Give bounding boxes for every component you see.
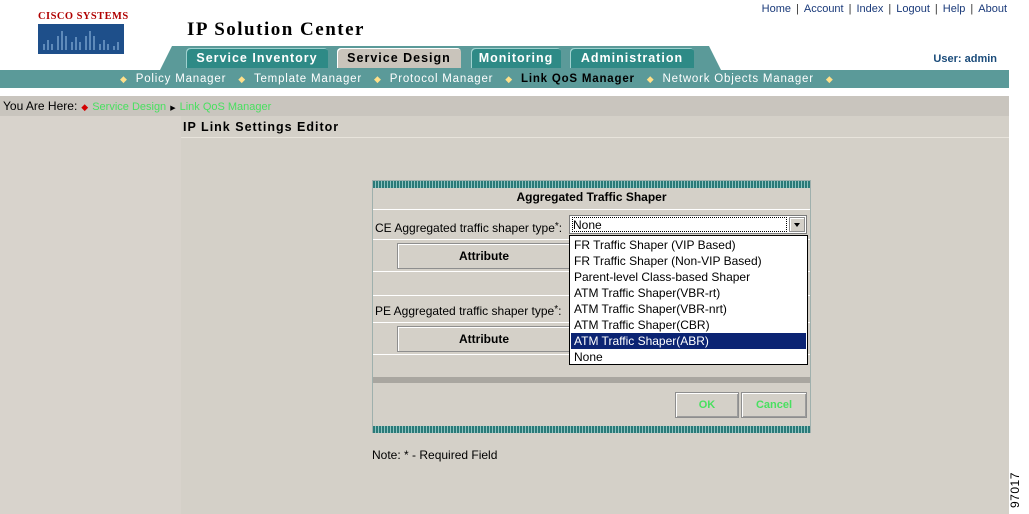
tab-service-inventory[interactable]: Service Inventory <box>186 48 328 68</box>
cisco-bridge-logo-icon <box>38 24 124 54</box>
pe-shaper-label: PE Aggregated traffic shaper type*: <box>375 304 561 318</box>
page-title: IP Link Settings Editor <box>183 120 340 134</box>
link-separator: | <box>934 3 938 15</box>
link-home[interactable]: Home <box>762 3 791 15</box>
ce-attribute-header: Attribute <box>397 243 571 269</box>
breadcrumb-prefix: You Are Here: <box>3 99 78 113</box>
link-separator: | <box>796 3 799 15</box>
breadcrumb-link-qos-manager[interactable]: Link QoS Manager <box>180 101 272 113</box>
top-links: Home | Account | Index | Logout | Help | About <box>762 3 1007 15</box>
ce-shaper-label-text: CE Aggregated traffic shaper type <box>375 221 555 235</box>
button-bar-divider <box>373 377 810 383</box>
select-focus-ring <box>572 217 787 232</box>
section-title: Aggregated Traffic Shaper <box>516 190 667 204</box>
ok-button[interactable]: OK <box>675 392 739 418</box>
breadcrumb: You Are Here: ◆ Service Design ▶ Link QoS Ma… <box>3 99 271 113</box>
subnav-template-manager[interactable]: Template Manager <box>254 71 362 87</box>
dropdown-option-highlighted[interactable]: ATM Traffic Shaper(ABR) <box>571 333 806 349</box>
select-current-value: None <box>573 218 602 232</box>
tab-service-design[interactable]: Service Design <box>337 48 461 68</box>
label-colon: : <box>558 221 563 235</box>
bullet-icon: ◆ <box>238 74 246 84</box>
pe-attribute-header: Attribute <box>397 326 571 352</box>
sub-navigation: ◆ Policy Manager ◆ Template Manager ◆ Proto… <box>120 71 842 87</box>
diamond-icon: ◆ <box>81 102 89 112</box>
link-separator: | <box>888 3 892 15</box>
link-help[interactable]: Help <box>943 3 966 15</box>
link-index[interactable]: Index <box>856 3 883 15</box>
dropdown-option[interactable]: ATM Traffic Shaper(VBR-nrt) <box>571 301 806 317</box>
left-sidebar <box>0 116 181 514</box>
dropdown-option[interactable]: Parent-level Class-based Shaper <box>571 269 806 285</box>
link-separator: | <box>848 3 852 15</box>
link-account[interactable]: Account <box>804 3 844 15</box>
subnav-network-objects-manager[interactable]: Network Objects Manager <box>663 71 814 87</box>
figure-id: 97017 <box>1008 472 1022 508</box>
bullet-icon: ◆ <box>373 74 382 84</box>
dropdown-option[interactable]: FR Traffic Shaper (Non-VIP Based) <box>571 253 806 269</box>
app-title: IP Solution Center <box>187 19 365 40</box>
arrow-icon: ▶ <box>170 105 176 112</box>
tab-monitoring[interactable]: Monitoring <box>471 48 561 68</box>
link-logout[interactable]: Logout <box>896 3 930 15</box>
shaper-type-dropdown-list: FR Traffic Shaper (VIP Based) FR Traffic… <box>569 235 808 365</box>
dropdown-option[interactable]: FR Traffic Shaper (VIP Based) <box>571 237 806 253</box>
breadcrumb-service-design[interactable]: Service Design <box>92 101 166 113</box>
panel-top-stripe <box>373 181 810 188</box>
brand-name: Cisco Systems <box>38 10 129 22</box>
bullet-icon: ◆ <box>505 74 514 84</box>
chevron-down-icon[interactable] <box>789 217 805 232</box>
subnav-policy-manager[interactable]: Policy Manager <box>136 71 226 87</box>
panel-bottom-stripe <box>373 426 810 433</box>
cancel-button[interactable]: Cancel <box>741 392 807 418</box>
dropdown-option[interactable]: ATM Traffic Shaper(VBR-rt) <box>571 285 806 301</box>
ce-shaper-label: CE Aggregated traffic shaper type*: <box>375 221 562 235</box>
section-divider <box>373 209 810 210</box>
subnav-protocol-manager[interactable]: Protocol Manager <box>390 71 494 87</box>
dropdown-option[interactable]: None <box>571 349 806 365</box>
bullet-icon: ◆ <box>825 74 834 84</box>
title-divider <box>181 137 1009 138</box>
pe-shaper-label-text: PE Aggregated traffic shaper type <box>375 304 555 318</box>
link-about[interactable]: About <box>978 3 1007 15</box>
link-separator: | <box>970 3 974 15</box>
cisco-logo: Cisco Systems <box>38 8 128 54</box>
subnav-link-qos-manager[interactable]: Link QoS Manager <box>521 71 635 87</box>
tab-administration[interactable]: Administration <box>570 48 694 68</box>
bullet-icon: ◆ <box>120 74 128 84</box>
required-field-note: Note: * - Required Field <box>372 448 498 462</box>
dropdown-option[interactable]: ATM Traffic Shaper(CBR) <box>571 317 806 333</box>
user-label: User: admin <box>933 53 997 65</box>
bullet-icon: ◆ <box>646 74 655 84</box>
label-colon: : <box>558 304 562 318</box>
